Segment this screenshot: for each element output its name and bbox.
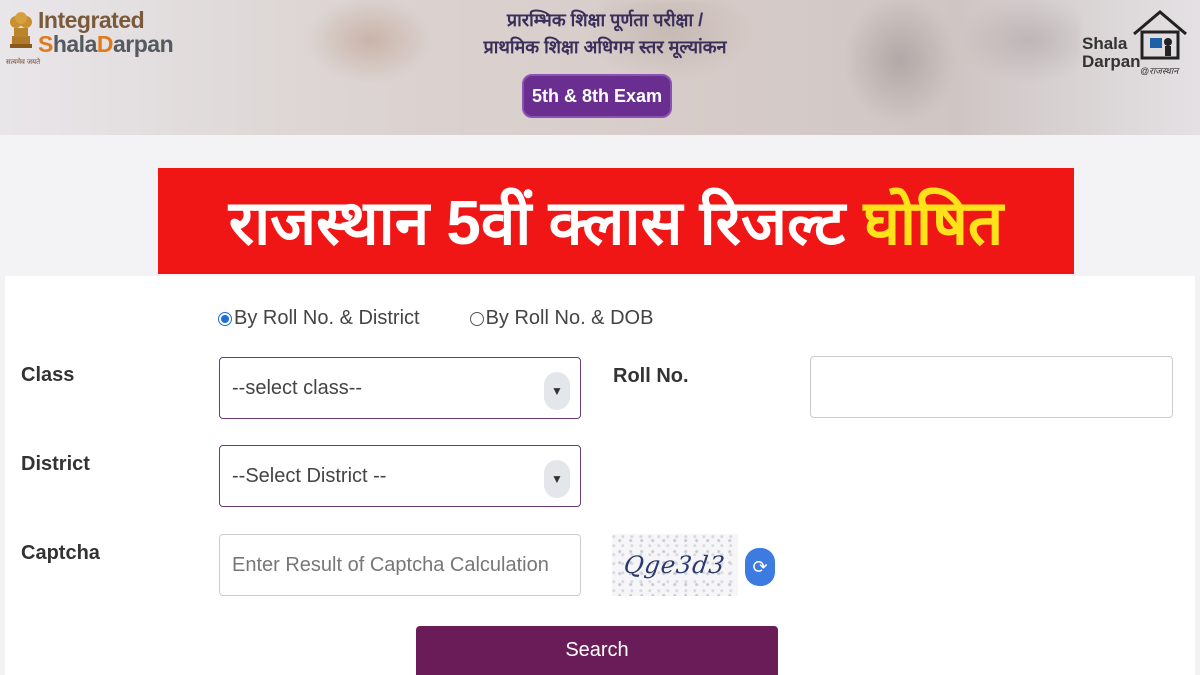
captcha-label: Captcha xyxy=(21,542,100,564)
logo-letter-d: D xyxy=(96,31,114,58)
exam-heading-line-1: प्रारम्भिक शिक्षा पूर्णता परीक्षा / xyxy=(506,10,704,30)
logo-line-1: Integrated xyxy=(38,7,145,33)
roll-no-label: Roll No. xyxy=(613,365,689,387)
radio-button-selected[interactable] xyxy=(218,311,232,326)
class-select-value: --select class-- xyxy=(232,376,363,399)
captcha-input[interactable]: Enter Result of Captcha Calculation xyxy=(219,534,581,596)
banner-yellow-text: घोषित xyxy=(863,189,1004,258)
district-label: District xyxy=(21,453,90,475)
emblem-caption: सत्यमेव जयते xyxy=(6,59,41,66)
refresh-icon[interactable]: ⟳ xyxy=(745,548,775,586)
class-label: Class xyxy=(21,364,75,386)
radio-by-roll-dob[interactable]: By Roll No. & DOB xyxy=(469,307,654,330)
district-select-value: --Select District -- xyxy=(232,464,387,487)
exam-badge: 5th & 8th Exam xyxy=(522,74,672,118)
captcha-image: Qge3d3 xyxy=(612,534,738,596)
logo-line-2: ShalaDarpan xyxy=(38,31,174,58)
exam-heading-line-2: प्राथमिक शिक्षा अधिगम स्तर मूल्यांकन xyxy=(483,37,727,57)
logo-word-hala: hala xyxy=(52,31,98,58)
state-emblem-icon xyxy=(10,12,32,48)
search-button[interactable]: Search xyxy=(416,626,778,675)
search-mode-radio-group: By Roll No. & District By Roll No. & DOB xyxy=(218,307,653,330)
class-select[interactable]: --select class-- ▼ xyxy=(219,357,581,419)
logo-word-arpan: arpan xyxy=(113,31,174,58)
captcha-input-placeholder: Enter Result of Captcha Calculation xyxy=(232,553,549,576)
integrated-shaladarpan-logo: Integrated ShalaDarpan xyxy=(38,7,174,58)
radio-label: By Roll No. & DOB xyxy=(485,307,654,329)
roll-no-input[interactable] xyxy=(810,356,1173,418)
radio-button[interactable] xyxy=(469,311,484,326)
banner-white-text: राजस्थान 5वीं क्लास रिजल्ट xyxy=(228,189,846,258)
radio-by-roll-district[interactable]: By Roll No. & District xyxy=(218,307,420,330)
caret-down-icon[interactable]: ▼ xyxy=(544,372,570,410)
logo-right-tag: @राजस्थान xyxy=(1140,66,1179,76)
exam-heading: प्रारम्भिक शिक्षा पूर्णता परीक्षा / प्रा… xyxy=(440,8,770,59)
caret-down-icon[interactable]: ▼ xyxy=(544,460,570,498)
radio-label: By Roll No. & District xyxy=(234,307,420,329)
logo-right-line-2: Darpan xyxy=(1082,52,1141,71)
captcha-text: Qge3d3 xyxy=(622,551,728,579)
shaladarpan-rajasthan-logo: Shala Darpan @राजस्थान xyxy=(1080,8,1195,83)
result-search-form xyxy=(5,276,1195,675)
logo-letter-s: S xyxy=(38,31,53,58)
header-banner: सत्यमेव जयते Integrated ShalaDarpan प्रा… xyxy=(0,0,1200,135)
result-announcement-banner: राजस्थान 5वीं क्लास रिजल्ट घोषित xyxy=(158,168,1074,274)
district-select[interactable]: --Select District -- ▼ xyxy=(219,445,581,507)
logo-right-line-1: Shala xyxy=(1082,34,1128,53)
